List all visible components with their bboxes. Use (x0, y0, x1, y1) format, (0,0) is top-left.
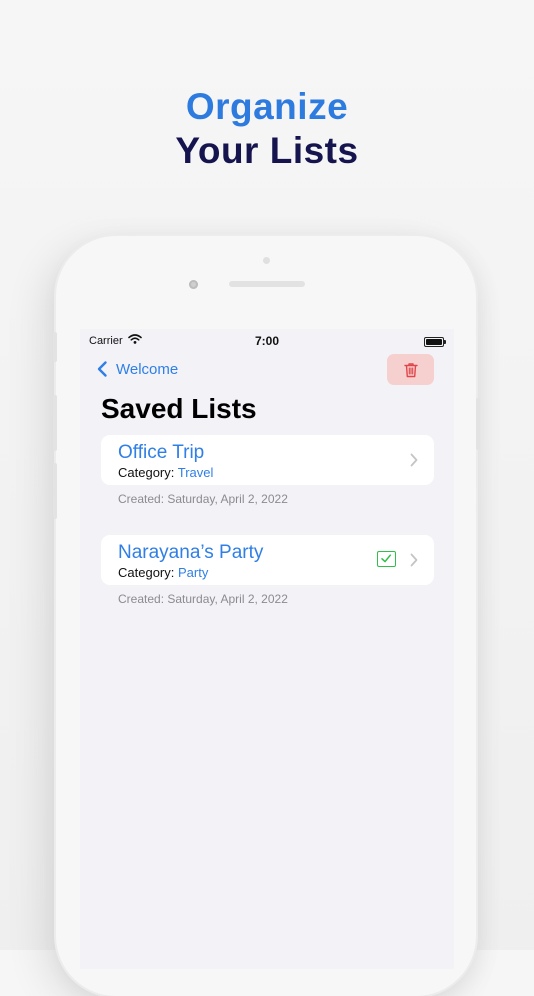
headline-organize: Organize (185, 86, 349, 127)
status-bar: Carrier 7:00 (80, 329, 454, 353)
list-item-name: Office Trip (118, 442, 205, 463)
list-item-created: Created: Saturday, April 2, 2022 (118, 492, 288, 506)
list-item-office-trip[interactable]: Office Trip Category: Travel (101, 435, 434, 485)
page-title: Saved Lists (101, 393, 257, 424)
trash-icon (403, 362, 418, 377)
list-item-created: Created: Saturday, April 2, 2022 (118, 592, 288, 606)
checkmark-icon (381, 554, 392, 563)
phone-volume-up (53, 395, 57, 451)
phone-mute-switch (53, 332, 57, 362)
delete-button[interactable] (387, 354, 434, 385)
chevron-right-icon (410, 553, 418, 567)
list-item-category: Category: Travel (118, 465, 214, 480)
chevron-left-icon (97, 361, 107, 377)
phone-volume-down (53, 463, 57, 519)
phone-power-button (476, 398, 480, 450)
headline-your-lists: Your Lists (175, 130, 359, 171)
app-screen: Carrier 7:00 Welcome Saved Lists Office … (80, 329, 454, 969)
list-item-category: Category: Party (118, 565, 209, 580)
back-button-label: Welcome (116, 360, 179, 378)
proximity-sensor (263, 257, 270, 264)
front-camera (189, 280, 198, 289)
list-item-narayanas-party[interactable]: Narayana’s Party Category: Party (101, 535, 434, 585)
completed-checkbox (377, 551, 396, 567)
back-button[interactable]: Welcome (94, 360, 178, 378)
list-item-name: Narayana’s Party (118, 542, 264, 563)
battery-icon (424, 337, 446, 347)
earpiece-speaker (229, 281, 305, 287)
chevron-right-icon (410, 453, 418, 467)
status-time: 7:00 (254, 334, 280, 348)
